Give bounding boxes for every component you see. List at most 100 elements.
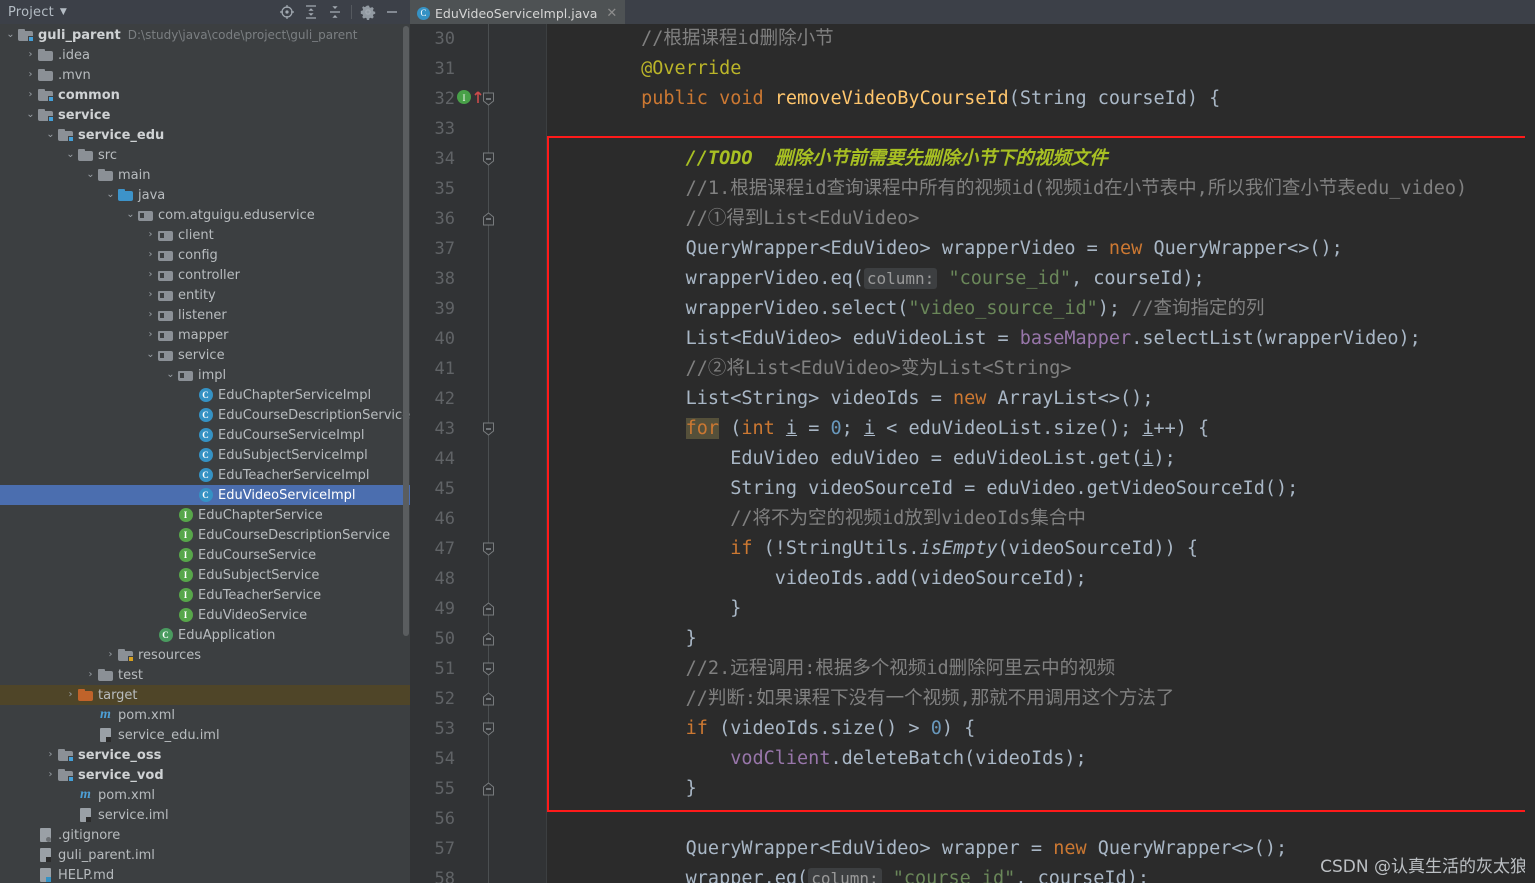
gutter-line-55[interactable]: 55: [410, 774, 547, 804]
code-line-35[interactable]: //1.根据课程id查询课程中所有的视频id(视频id在小节表中,所以我们查小节…: [547, 174, 1535, 204]
tree-item-service-oss[interactable]: ›service_oss: [0, 745, 410, 765]
tree-item-pom-xml[interactable]: mpom.xml: [0, 705, 410, 725]
tree-item-eduteacherserviceimpl[interactable]: CEduTeacherServiceImpl: [0, 465, 410, 485]
code-line-46[interactable]: //将不为空的视频id放到videoIds集合中: [547, 504, 1535, 534]
tree-item-educourseserviceimpl[interactable]: CEduCourseServiceImpl: [0, 425, 410, 445]
code-editor[interactable]: 303132I333435363738394041424344454647484…: [410, 24, 1535, 883]
tree-item-edusubjectserviceimpl[interactable]: CEduSubjectServiceImpl: [0, 445, 410, 465]
fold-marker-icon[interactable]: [481, 542, 496, 557]
gutter-line-54[interactable]: 54: [410, 744, 547, 774]
code-line-42[interactable]: List<String> videoIds = new ArrayList<>(…: [547, 384, 1535, 414]
chevron-down-icon[interactable]: ⌄: [4, 30, 17, 40]
gutter-line-33[interactable]: 33: [410, 114, 547, 144]
tree-item-controller[interactable]: ›controller: [0, 265, 410, 285]
tree-item-mapper[interactable]: ›mapper: [0, 325, 410, 345]
locate-icon[interactable]: [279, 4, 295, 20]
tab-eduvideoserviceimpl[interactable]: C EduVideoServiceImpl.java ✕: [410, 0, 625, 24]
code-line-31[interactable]: @Override: [547, 54, 1535, 84]
chevron-down-icon[interactable]: ⌄: [24, 110, 37, 120]
gutter-line-35[interactable]: 35: [410, 174, 547, 204]
chevron-down-icon[interactable]: ⌄: [104, 190, 117, 200]
gutter-line-51[interactable]: 51: [410, 654, 547, 684]
gutter-line-32[interactable]: 32I: [410, 84, 547, 114]
gutter-line-57[interactable]: 57: [410, 834, 547, 864]
gutter-line-49[interactable]: 49: [410, 594, 547, 624]
tree-item-pom-xml[interactable]: mpom.xml: [0, 785, 410, 805]
tree-item-service-edu-iml[interactable]: service_edu.iml: [0, 725, 410, 745]
chevron-right-icon[interactable]: ›: [84, 670, 97, 680]
fold-marker-icon[interactable]: [481, 692, 496, 707]
tree-item-impl[interactable]: ⌄impl: [0, 365, 410, 385]
gutter-line-31[interactable]: 31: [410, 54, 547, 84]
code-line-51[interactable]: //2.远程调用:根据多个视频id删除阿里云中的视频: [547, 654, 1535, 684]
chevron-right-icon[interactable]: ›: [64, 690, 77, 700]
fold-marker-icon[interactable]: [481, 212, 496, 227]
tree-item-educhapterserviceimpl[interactable]: CEduChapterServiceImpl: [0, 385, 410, 405]
gutter-line-43[interactable]: 43: [410, 414, 547, 444]
gutter-line-52[interactable]: 52: [410, 684, 547, 714]
expand-all-icon[interactable]: [303, 4, 319, 20]
fold-marker-icon[interactable]: [481, 152, 496, 167]
fold-marker-icon[interactable]: [481, 632, 496, 647]
fold-marker-icon[interactable]: [481, 782, 496, 797]
code-line-47[interactable]: if (!StringUtils.isEmpty(videoSourceId))…: [547, 534, 1535, 564]
chevron-right-icon[interactable]: ›: [144, 250, 157, 260]
tree-item-eduvideoserviceimpl[interactable]: CEduVideoServiceImpl: [0, 485, 410, 505]
tree-item-eduteacherservice[interactable]: IEduTeacherService: [0, 585, 410, 605]
code-line-36[interactable]: //①得到List<EduVideo>: [547, 204, 1535, 234]
code-line-53[interactable]: if (videoIds.size() > 0) {: [547, 714, 1535, 744]
fold-marker-icon[interactable]: [481, 662, 496, 677]
tree-item-educourseservice[interactable]: IEduCourseService: [0, 545, 410, 565]
tree-item-config[interactable]: ›config: [0, 245, 410, 265]
tree-item-service[interactable]: ⌄service: [0, 105, 410, 125]
gutter-line-50[interactable]: 50: [410, 624, 547, 654]
tree-item-educoursedescriptionservice[interactable]: IEduCourseDescriptionService: [0, 525, 410, 545]
code-line-41[interactable]: //②将List<EduVideo>变为List<String>: [547, 354, 1535, 384]
code-line-37[interactable]: QueryWrapper<EduVideo> wrapperVideo = ne…: [547, 234, 1535, 264]
project-tree[interactable]: ⌄guli_parentD:\study\java\code\project\g…: [0, 24, 410, 883]
gutter-line-37[interactable]: 37: [410, 234, 547, 264]
gutter-line-48[interactable]: 48: [410, 564, 547, 594]
gutter-line-53[interactable]: 53: [410, 714, 547, 744]
gutter-line-56[interactable]: 56: [410, 804, 547, 834]
code-line-39[interactable]: wrapperVideo.select("video_source_id"); …: [547, 294, 1535, 324]
chevron-down-icon[interactable]: ⌄: [44, 130, 57, 140]
tree-item-common[interactable]: ›common: [0, 85, 410, 105]
code-line-33[interactable]: [547, 114, 1535, 144]
fold-marker-icon[interactable]: [481, 722, 496, 737]
code-line-38[interactable]: wrapperVideo.eq(column: "course_id", cou…: [547, 264, 1535, 294]
code-line-43[interactable]: for (int i = 0; i < eduVideoList.size();…: [547, 414, 1535, 444]
chevron-right-icon[interactable]: ›: [144, 230, 157, 240]
gutter-line-42[interactable]: 42: [410, 384, 547, 414]
tree-item--gitignore[interactable]: .gitignore: [0, 825, 410, 845]
gutter-line-39[interactable]: 39: [410, 294, 547, 324]
tree-item-educoursedescriptionserviceimpl[interactable]: CEduCourseDescriptionServiceImpl: [0, 405, 410, 425]
chevron-right-icon[interactable]: ›: [24, 50, 37, 60]
chevron-down-icon[interactable]: ⌄: [164, 370, 177, 380]
code-line-44[interactable]: EduVideo eduVideo = eduVideoList.get(i);: [547, 444, 1535, 474]
chevron-right-icon[interactable]: ›: [144, 270, 157, 280]
code-line-30[interactable]: //根据课程id删除小节: [547, 24, 1535, 54]
chevron-right-icon[interactable]: ›: [144, 310, 157, 320]
minimize-icon[interactable]: [384, 4, 400, 20]
tree-item-java[interactable]: ⌄java: [0, 185, 410, 205]
tree-item--idea[interactable]: ›.idea: [0, 45, 410, 65]
gutter-line-36[interactable]: 36: [410, 204, 547, 234]
gutter-line-34[interactable]: 34: [410, 144, 547, 174]
gutter-line-44[interactable]: 44: [410, 444, 547, 474]
tree-item-service-iml[interactable]: service.iml: [0, 805, 410, 825]
tree-item-edusubjectservice[interactable]: IEduSubjectService: [0, 565, 410, 585]
gear-icon[interactable]: [360, 4, 376, 20]
code-line-32[interactable]: public void removeVideoByCourseId(String…: [547, 84, 1535, 114]
chevron-right-icon[interactable]: ›: [144, 330, 157, 340]
code-line-54[interactable]: vodClient.deleteBatch(videoIds);: [547, 744, 1535, 774]
editor-gutter[interactable]: 303132I333435363738394041424344454647484…: [410, 24, 547, 883]
code-line-52[interactable]: //判断:如果课程下没有一个视频,那就不用调用这个方法了: [547, 684, 1535, 714]
gutter-line-41[interactable]: 41: [410, 354, 547, 384]
tree-item-main[interactable]: ⌄main: [0, 165, 410, 185]
code-line-55[interactable]: }: [547, 774, 1535, 804]
chevron-right-icon[interactable]: ›: [44, 750, 57, 760]
tree-item-service[interactable]: ⌄service: [0, 345, 410, 365]
tree-item-com-atguigu-eduservice[interactable]: ⌄com.atguigu.eduservice: [0, 205, 410, 225]
code-line-49[interactable]: }: [547, 594, 1535, 624]
